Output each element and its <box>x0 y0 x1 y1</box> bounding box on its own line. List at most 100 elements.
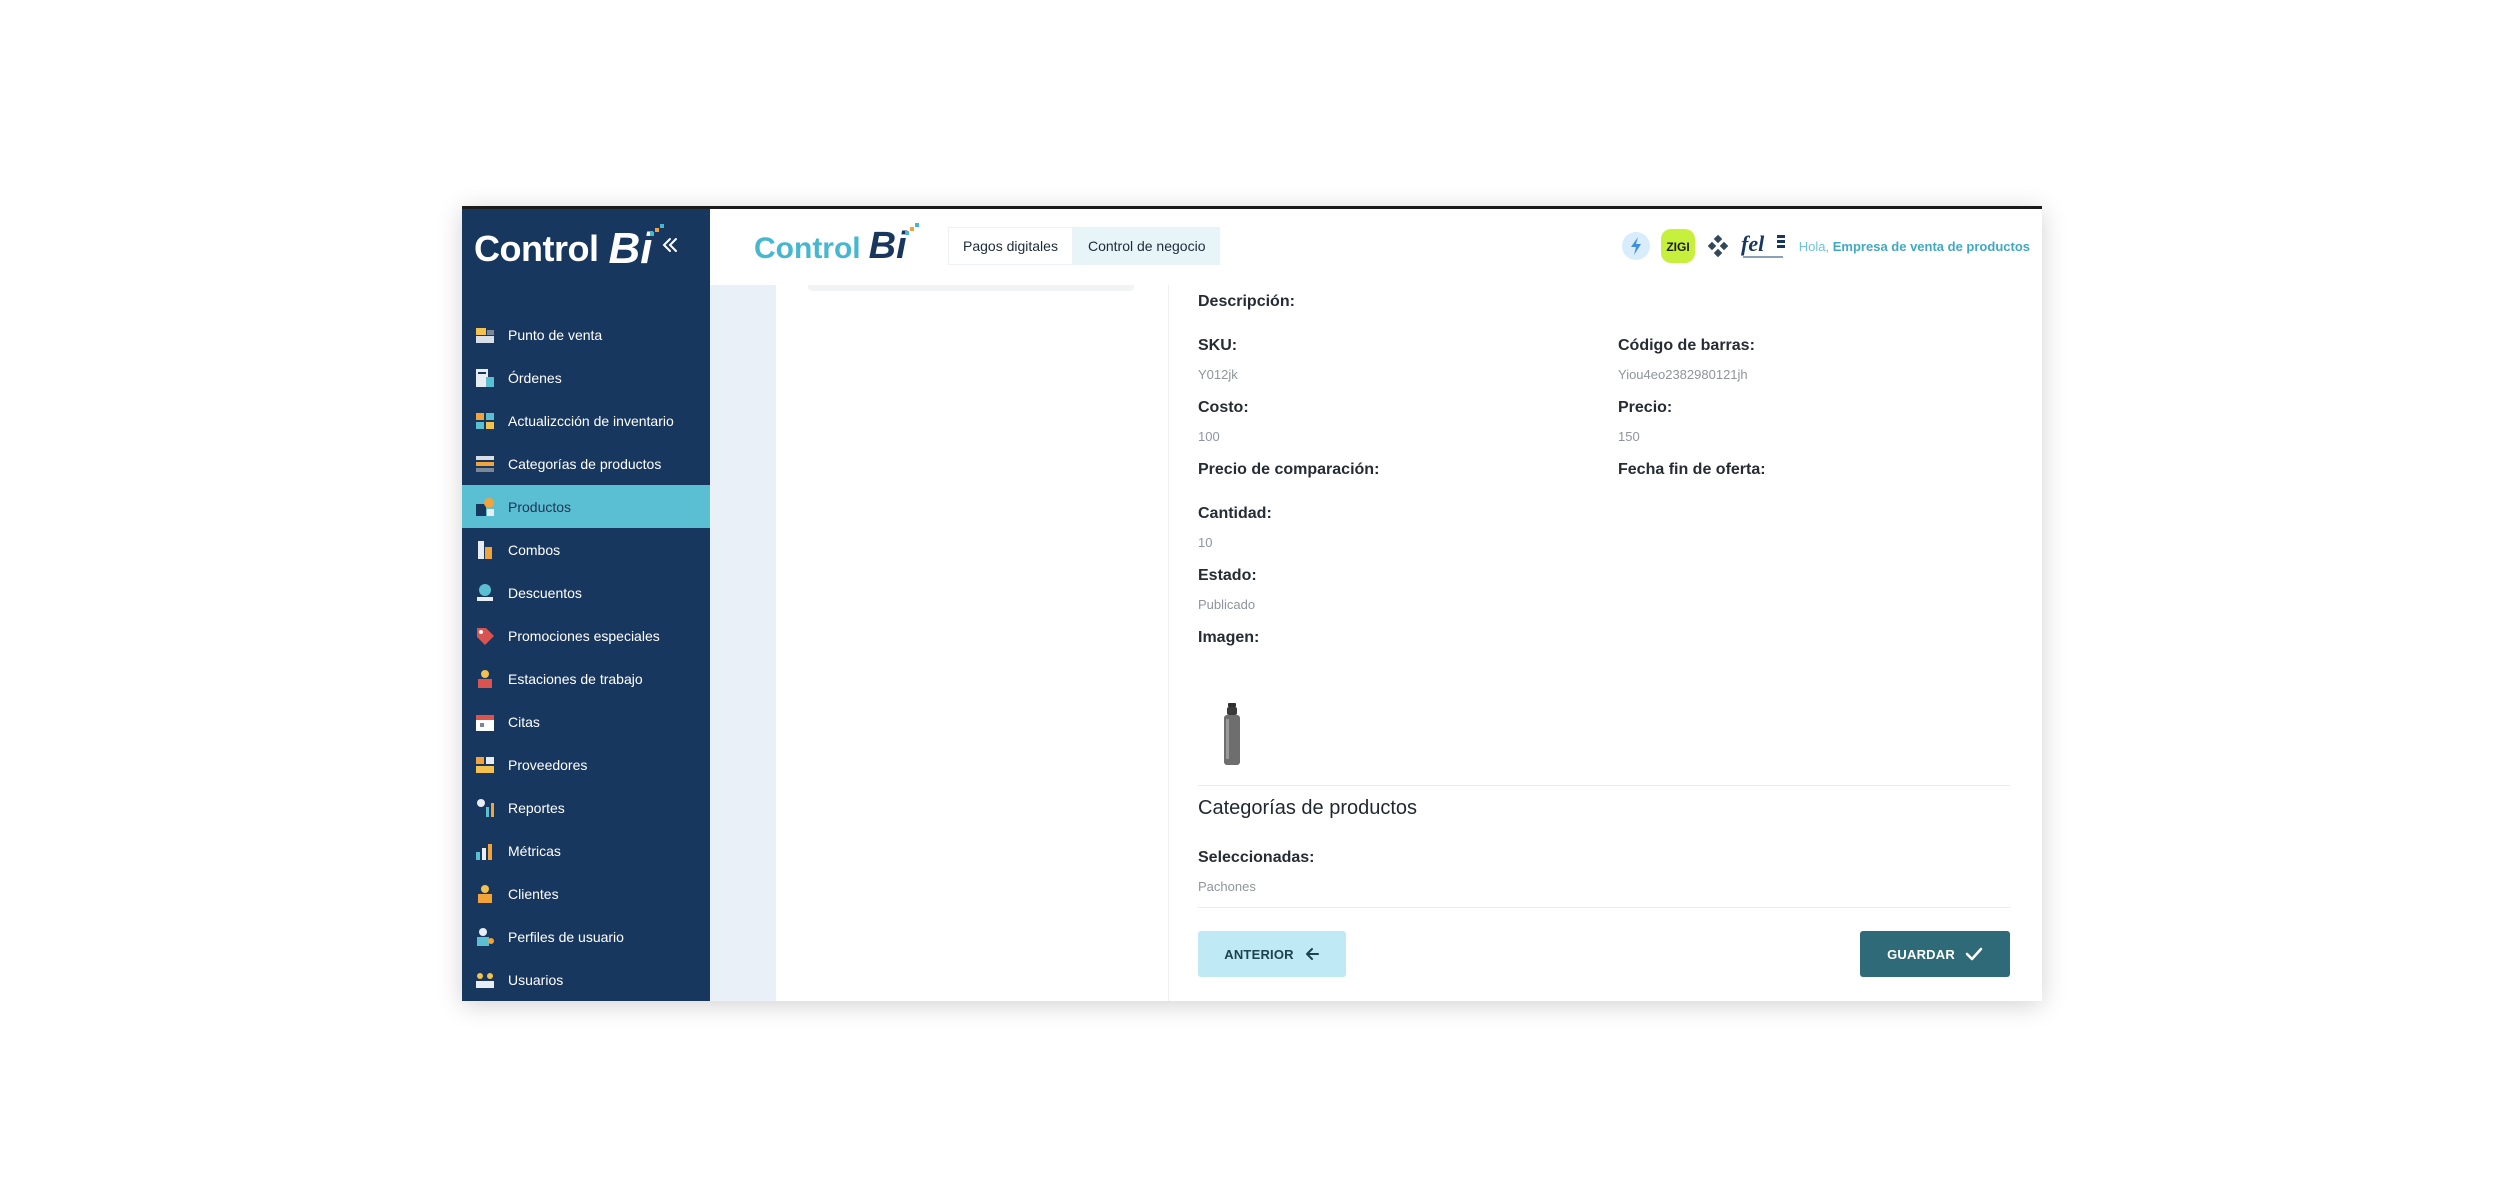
sidebar-item-proveedores[interactable]: Proveedores <box>462 743 710 786</box>
field-label: Imagen: <box>1198 629 1260 646</box>
field-descripcion: Descripción: <box>1198 293 1295 311</box>
sidebar-item-label: Perfiles de usuario <box>508 928 624 945</box>
sidebar-item-label: Categorías de productos <box>508 455 662 472</box>
field-value: 100 <box>1198 429 1220 444</box>
divider <box>1198 907 2010 908</box>
field-codigo-barras: Código de barras: Yiou4eo2382980121jh <box>1618 337 1755 382</box>
tab-control-de-negocio[interactable]: Control de negocio <box>1072 227 1221 265</box>
field-label: Precio: <box>1618 399 1673 416</box>
sidebar-item-productos[interactable]: Productos <box>462 485 710 528</box>
field-label: Descripción: <box>1198 293 1295 310</box>
fel-logo-icon[interactable]: fel <box>1741 231 1789 261</box>
field-cantidad: Cantidad: 10 <box>1198 505 1272 550</box>
sidebar-item-citas[interactable]: Citas <box>462 700 710 743</box>
orders-icon <box>476 368 494 387</box>
field-label: Costo: <box>1198 399 1249 416</box>
sidebar-item-metricas[interactable]: Métricas <box>462 829 710 872</box>
sidebar-item-combos[interactable]: Combos <box>462 528 710 571</box>
product-bottle-thumbnail[interactable] <box>1222 703 1242 767</box>
field-value: Yiou4eo2382980121jh <box>1618 367 1748 382</box>
tab-pagos-digitales[interactable]: Pagos digitales <box>948 227 1073 265</box>
field-label: Cantidad: <box>1198 505 1272 522</box>
cash-register-icon <box>476 327 494 343</box>
sidebar-item-punto-de-venta[interactable]: Punto de venta <box>462 313 710 356</box>
sidebar-logo[interactable]: Control Bi <box>474 221 665 277</box>
field-seleccionadas: Seleccionadas: Pachones <box>1198 849 1315 894</box>
product-detail: Descripción: SKU: Y012jk Código de barra… <box>1198 285 2010 1001</box>
sidebar: Control Bi Punto de venta Órdenes Actual… <box>462 209 710 1001</box>
header-right: ZIGI fel Hola, Empresa de venta de produ… <box>1621 229 2030 263</box>
sidebar-menu: Punto de venta Órdenes Actualizcción de … <box>462 313 710 1001</box>
header-logo-word: Control <box>754 232 861 265</box>
sidebar-item-descuentos[interactable]: Descuentos <box>462 571 710 614</box>
zigi-badge[interactable]: ZIGI <box>1660 229 1695 263</box>
sidebar-item-label: Actualizcción de inventario <box>508 412 674 429</box>
sidebar-item-label: Combos <box>508 541 561 558</box>
previous-button[interactable]: ANTERIOR <box>1198 931 1346 977</box>
logo-word: Control <box>474 228 599 269</box>
previous-button-label: ANTERIOR <box>1224 946 1294 962</box>
field-precio-comparacion: Precio de comparación: <box>1198 461 1379 479</box>
lightning-icon[interactable] <box>1621 231 1651 261</box>
field-costo: Costo: 100 <box>1198 399 1249 444</box>
arrow-left-icon <box>1305 948 1319 960</box>
collapse-sidebar-icon[interactable] <box>658 233 682 257</box>
greeting-text: Hola, <box>1798 238 1830 254</box>
clients-icon <box>478 884 492 903</box>
content-gutter <box>710 285 776 1001</box>
field-fecha-fin-oferta: Fecha fin de oferta: <box>1618 461 1766 479</box>
field-sku: SKU: Y012jk <box>1198 337 1238 382</box>
sidebar-item-estaciones[interactable]: Estaciones de trabajo <box>462 657 710 700</box>
sidebar-item-usuarios[interactable]: Usuarios <box>462 958 710 1001</box>
inventory-icon <box>476 412 494 429</box>
field-value: 150 <box>1618 429 1640 444</box>
company-name: Empresa de venta de productos <box>1832 238 2030 254</box>
discount-icon <box>477 583 493 601</box>
diamond-cluster-icon[interactable] <box>1705 233 1731 259</box>
zigi-badge-text: ZIGI <box>1666 240 1689 254</box>
sidebar-item-ordenes[interactable]: Órdenes <box>462 356 710 399</box>
sidebar-item-promociones[interactable]: Promociones especiales <box>462 614 710 657</box>
products-icon <box>476 497 494 516</box>
field-label: Precio de comparación: <box>1198 461 1380 478</box>
reports-icon <box>477 798 494 817</box>
left-column <box>776 285 1169 1001</box>
field-label: Fecha fin de oferta: <box>1618 461 1766 478</box>
sidebar-item-label: Métricas <box>508 842 561 859</box>
sidebar-item-label: Promociones especiales <box>508 627 660 644</box>
divider <box>1198 785 2010 786</box>
header-logo-bi-text: Bi <box>868 225 907 267</box>
fel-logo-text: fel <box>1741 231 1765 256</box>
workstation-icon <box>478 669 492 688</box>
field-label: SKU: <box>1198 337 1238 354</box>
sidebar-item-label: Proveedores <box>508 756 588 773</box>
field-value: Y012jk <box>1198 367 1238 382</box>
combos-icon <box>478 540 492 559</box>
top-header: Control Bi Pagos digitales Control de ne… <box>710 209 2042 285</box>
sidebar-item-actualizacion-inventario[interactable]: Actualizcción de inventario <box>462 399 710 442</box>
promotions-icon <box>477 627 494 645</box>
sidebar-item-label: Usuarios <box>508 971 564 988</box>
sidebar-item-label: Estaciones de trabajo <box>508 670 643 687</box>
save-button[interactable]: GUARDAR <box>1860 931 2010 977</box>
sidebar-item-label: Productos <box>508 498 572 515</box>
sidebar-item-label: Citas <box>508 713 540 730</box>
categories-section-title: Categorías de productos <box>1198 797 1418 819</box>
sidebar-item-label: Punto de venta <box>508 326 603 343</box>
sidebar-item-categorias[interactable]: Categorías de productos <box>462 442 710 485</box>
sidebar-item-reportes[interactable]: Reportes <box>462 786 710 829</box>
sidebar-item-perfiles[interactable]: Perfiles de usuario <box>462 915 710 958</box>
field-estado: Estado: Publicado <box>1198 567 1257 612</box>
header-logo[interactable]: Control Bi <box>754 223 919 268</box>
checkmark-icon <box>1965 947 1983 961</box>
sidebar-item-label: Reportes <box>508 799 565 816</box>
sidebar-item-clientes[interactable]: Clientes <box>462 872 710 915</box>
field-value: 10 <box>1198 535 1213 550</box>
calendar-icon <box>476 714 494 731</box>
logo-bi: Bi <box>608 224 665 274</box>
field-label: Código de barras: <box>1618 337 1755 354</box>
user-profile-icon <box>477 927 494 946</box>
sidebar-item-label: Clientes <box>508 885 559 902</box>
field-imagen: Imagen: <box>1198 629 1259 647</box>
app-window: Control Bi Punto de venta Órdenes Actual… <box>462 206 2042 1001</box>
